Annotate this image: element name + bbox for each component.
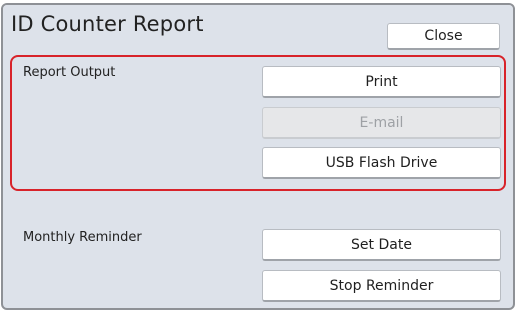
- monthly-reminder-label: Monthly Reminder: [23, 230, 142, 245]
- email-button: E-mail: [262, 107, 501, 139]
- usb-flash-drive-button[interactable]: USB Flash Drive: [262, 147, 501, 179]
- report-output-label: Report Output: [23, 65, 116, 80]
- stop-reminder-button[interactable]: Stop Reminder: [262, 270, 501, 302]
- print-button[interactable]: Print: [262, 66, 501, 98]
- set-date-button[interactable]: Set Date: [262, 229, 501, 261]
- dialog-title: ID Counter Report: [11, 12, 204, 36]
- close-button[interactable]: Close: [387, 23, 500, 50]
